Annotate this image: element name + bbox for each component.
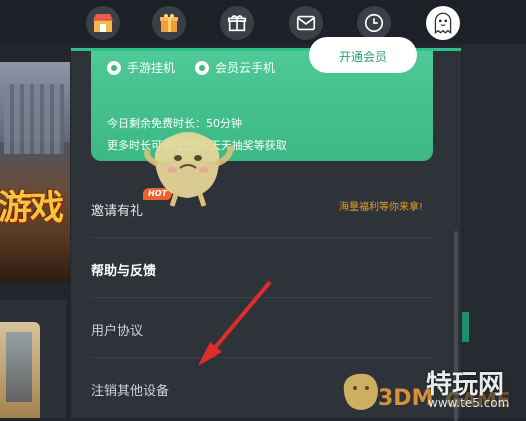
banner-rocks bbox=[0, 232, 70, 282]
promo-option-mobile-hangup: 手游挂机 bbox=[107, 59, 175, 76]
gift-box-icon[interactable] bbox=[152, 6, 186, 40]
invite-label: 邀请有礼 bbox=[91, 204, 144, 219]
mascot-watermark-icon bbox=[144, 132, 234, 207]
promo-option-cloud-phone: 会员云手机 bbox=[195, 59, 275, 76]
invite-tip: 海量福利等你来拿! bbox=[339, 202, 424, 213]
side-green-tab[interactable] bbox=[462, 312, 469, 342]
promo-option2-label: 会员云手机 bbox=[215, 61, 276, 75]
top-toolbar bbox=[0, 0, 526, 44]
shop-icon[interactable] bbox=[86, 6, 120, 40]
star-icon bbox=[195, 60, 209, 75]
help-feedback-label: 帮助与反馈 bbox=[91, 264, 157, 279]
banner-game-title: 游戏 bbox=[0, 188, 64, 228]
ghost-avatar-icon[interactable] bbox=[426, 6, 460, 40]
logout-other-devices-label: 注销其他设备 bbox=[91, 384, 170, 399]
watermark-site-url: www.te5.com bbox=[428, 396, 510, 410]
mail-icon[interactable] bbox=[289, 6, 323, 40]
red-pointer-arrow bbox=[198, 280, 272, 366]
promo-option1-label: 手游挂机 bbox=[127, 61, 176, 75]
game-banner-image[interactable]: 游戏 bbox=[0, 62, 70, 282]
user-agreement-label: 用户协议 bbox=[91, 324, 144, 339]
banner-buildings bbox=[4, 84, 64, 154]
crown-icon bbox=[107, 60, 121, 75]
site-watermark: 3DM GAME 特玩网 www.te5.com bbox=[330, 362, 526, 418]
game-card-art bbox=[0, 322, 40, 418]
gift-icon[interactable] bbox=[220, 6, 254, 40]
open-vip-button[interactable]: 开通会员 bbox=[309, 37, 417, 73]
game-card-image[interactable] bbox=[0, 300, 66, 418]
clock-icon[interactable] bbox=[357, 6, 391, 40]
